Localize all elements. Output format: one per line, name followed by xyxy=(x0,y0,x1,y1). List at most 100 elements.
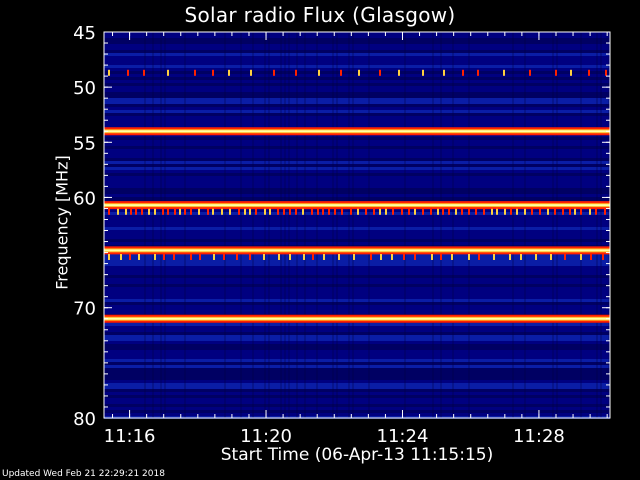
spike-mark xyxy=(108,69,110,76)
texture-stripe xyxy=(104,197,610,200)
texture-stripe xyxy=(104,395,610,398)
texture-stripe xyxy=(104,98,610,101)
texture-stripe xyxy=(104,161,610,164)
spike-mark xyxy=(108,208,110,215)
spectrogram-page: 45 50 55 60 70 80 11:16 11:20 11:24 11:28 Solar r… xyxy=(0,0,640,480)
spike-mark xyxy=(496,208,498,215)
texture-stripe xyxy=(104,146,610,149)
spike-mark xyxy=(167,208,169,215)
spike-mark xyxy=(414,253,416,260)
spike-mark xyxy=(278,253,280,260)
spike-mark xyxy=(283,208,285,215)
spike-mark xyxy=(117,208,119,215)
spike-mark xyxy=(289,208,291,215)
spike-mark xyxy=(483,208,485,215)
spike-mark xyxy=(504,208,506,215)
spike-mark xyxy=(130,208,132,215)
texture-stripe xyxy=(104,263,610,266)
x-tick-label: 11:16 xyxy=(104,426,156,447)
texture-column xyxy=(304,32,306,418)
spike-mark xyxy=(223,253,225,260)
spike-mark xyxy=(190,253,192,260)
texture-stripe xyxy=(104,53,610,56)
spike-mark xyxy=(478,253,480,260)
spike-mark xyxy=(403,253,405,260)
spike-mark xyxy=(244,208,246,215)
spike-mark xyxy=(398,69,400,76)
texture-stripe xyxy=(104,365,610,368)
spike-mark xyxy=(148,208,150,215)
texture-column xyxy=(580,32,582,418)
spike-mark xyxy=(580,208,582,215)
texture-stripe xyxy=(104,335,610,338)
spike-mark xyxy=(451,253,453,260)
spike-mark xyxy=(249,253,251,260)
texture-column xyxy=(164,32,166,418)
spike-mark xyxy=(135,208,137,215)
spike-mark xyxy=(229,208,231,215)
texture-stripe xyxy=(104,323,610,326)
texture-stripe xyxy=(104,344,610,347)
band-highlight xyxy=(104,317,610,320)
texture-stripe xyxy=(104,71,610,74)
spike-mark xyxy=(311,208,313,215)
spike-mark xyxy=(163,253,165,260)
spike-mark xyxy=(334,208,336,215)
spike-mark xyxy=(277,208,279,215)
spike-mark xyxy=(302,208,304,215)
spike-mark xyxy=(574,208,576,215)
spike-mark xyxy=(194,69,196,76)
spike-mark xyxy=(602,253,604,260)
updated-timestamp: Updated Wed Feb 21 22:29:21 2018 xyxy=(2,469,165,479)
spike-mark xyxy=(422,69,424,76)
texture-column xyxy=(352,32,354,418)
texture-stripe xyxy=(104,113,610,116)
texture-stripe xyxy=(104,137,610,140)
spike-mark xyxy=(269,208,271,215)
texture-column xyxy=(368,32,370,418)
spike-mark xyxy=(353,253,355,260)
spike-mark xyxy=(338,253,340,260)
spike-mark xyxy=(373,208,375,215)
spike-mark xyxy=(550,253,552,260)
spike-mark xyxy=(422,208,424,215)
spike-mark xyxy=(516,208,518,215)
spike-mark xyxy=(255,208,257,215)
texture-column xyxy=(404,32,406,418)
spike-mark xyxy=(179,208,181,215)
band-highlight xyxy=(104,130,610,133)
spike-mark xyxy=(120,253,122,260)
spike-mark xyxy=(138,253,140,260)
spike-mark xyxy=(322,208,324,215)
spike-mark xyxy=(379,208,381,215)
spike-mark xyxy=(323,253,325,260)
spike-mark xyxy=(555,69,557,76)
texture-stripe xyxy=(104,188,610,191)
texture-stripe xyxy=(104,254,610,257)
spike-mark xyxy=(184,208,186,215)
spike-mark xyxy=(431,253,433,260)
texture-column xyxy=(268,32,270,418)
spike-mark xyxy=(442,208,444,215)
spike-mark xyxy=(328,208,330,215)
band-highlight xyxy=(104,249,610,252)
texture-column xyxy=(296,32,298,418)
texture-stripe xyxy=(104,386,610,389)
spike-mark xyxy=(174,208,176,215)
spike-mark xyxy=(365,208,367,215)
texture-stripe xyxy=(104,362,610,365)
texture-stripe xyxy=(104,227,610,230)
spike-mark xyxy=(503,69,505,76)
texture-column xyxy=(280,32,282,418)
texture-stripe xyxy=(104,101,610,104)
spike-mark xyxy=(141,208,143,215)
spike-mark xyxy=(289,253,291,260)
spike-mark xyxy=(303,253,305,260)
spike-mark xyxy=(570,69,572,76)
spike-mark xyxy=(535,253,537,260)
texture-stripe xyxy=(104,257,610,260)
y-tick-label: 50 xyxy=(73,78,96,99)
texture-stripe xyxy=(104,302,610,305)
spike-mark xyxy=(212,69,214,76)
spike-mark xyxy=(392,208,394,215)
